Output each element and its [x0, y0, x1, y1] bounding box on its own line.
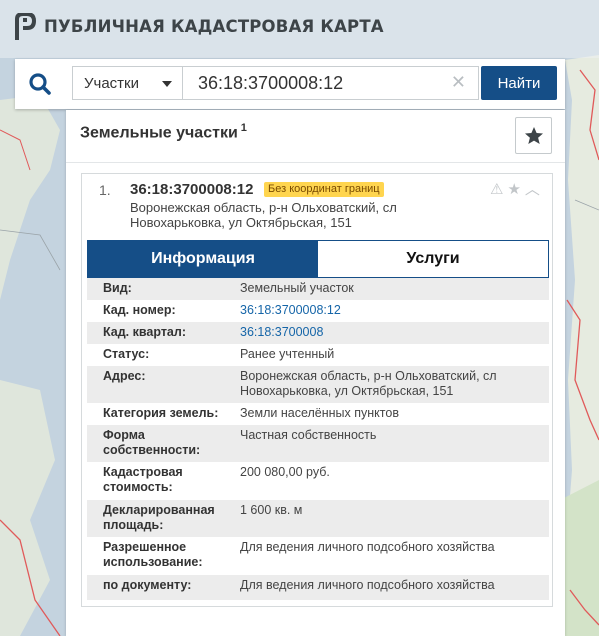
star-icon[interactable]: ★ — [507, 180, 520, 198]
chevron-up-icon[interactable]: ︿ — [525, 180, 540, 198]
app-header: ПУБЛИЧНАЯ КАДАСТРОВАЯ КАРТА — [0, 0, 599, 58]
info-row: Разрешенное использование: Для ведения л… — [87, 537, 549, 575]
info-label: Декларированная площадь: — [103, 503, 215, 532]
info-label: Разрешенное использование: — [103, 540, 203, 569]
card-address: Воронежская область, р-н Ольховатский, с… — [130, 200, 430, 230]
search-type-select[interactable]: Участки — [72, 66, 182, 100]
info-row: Декларированная площадь: 1 600 кв. м — [87, 500, 549, 537]
info-label: Кадастровая стоимость: — [103, 465, 183, 494]
info-value: 1 600 кв. м — [240, 503, 303, 517]
search-icon[interactable] — [27, 71, 55, 97]
card-cadastral-number[interactable]: 36:18:3700008:12 — [130, 181, 253, 198]
results-panel: Земельные участки 1 1. 36:18:3700008:12 Б… — [66, 110, 565, 636]
info-label: Форма собственности: — [103, 428, 201, 457]
card-actions: ⚠ ★ ︿ — [490, 180, 552, 198]
info-value: Частная собственность — [240, 428, 377, 442]
info-row: Статус: Ранее учтенный — [87, 344, 549, 366]
search-query-value: 36:18:3700008:12 — [198, 73, 344, 93]
chevron-down-icon — [162, 81, 172, 87]
info-value: Для ведения личного подсобного хозяйства — [240, 540, 495, 554]
info-label: Категория земель: — [103, 406, 219, 420]
info-row: Категория земель: Земли населённых пункт… — [87, 403, 549, 425]
info-row: Кад. квартал: 36:18:3700008 — [87, 322, 549, 344]
info-label: Кад. квартал: — [103, 325, 186, 339]
info-row: Форма собственности: Частная собственнос… — [87, 425, 549, 462]
info-row: Адрес: Воронежская область, р-н Ольховат… — [87, 366, 549, 403]
search-type-value: Участки — [84, 74, 139, 92]
info-value: Для ведения личного подсобного хозяйства — [240, 578, 495, 592]
card-tabs: Информация Услуги — [87, 240, 549, 278]
info-label: Адрес: — [103, 369, 146, 383]
parcel-card: 1. 36:18:3700008:12 Без координат границ… — [81, 173, 553, 607]
tab-services[interactable]: Услуги — [318, 241, 548, 277]
divider — [66, 162, 565, 163]
card-index: 1. — [99, 182, 111, 198]
info-row: Кад. номер: 36:18:3700008:12 — [87, 300, 549, 322]
app-title: ПУБЛИЧНАЯ КАДАСТРОВАЯ КАРТА — [44, 17, 384, 36]
info-value: 200 080,00 руб. — [240, 465, 330, 479]
results-count: 1 — [240, 122, 247, 134]
info-row: по документу: Для ведения личного подсоб… — [87, 575, 549, 600]
info-value: Земли населённых пунктов — [240, 406, 399, 420]
find-button[interactable]: Найти — [481, 66, 557, 100]
warning-icon[interactable]: ⚠ — [490, 180, 503, 198]
status-badge: Без координат границ — [264, 182, 384, 197]
card-address-line1: Воронежская область, р-н Ольховатский, с… — [130, 200, 397, 215]
info-value: Воронежская область, р-н Ольховатский, с… — [240, 369, 497, 398]
close-icon[interactable]: ✕ — [451, 72, 466, 93]
info-link[interactable]: 36:18:3700008 — [240, 325, 549, 344]
info-label: Кад. номер: — [103, 303, 176, 317]
info-value: Земельный участок — [240, 281, 354, 295]
results-title: Земельные участки 1 — [80, 122, 247, 142]
star-icon — [524, 126, 543, 144]
logo-icon[interactable] — [14, 13, 36, 41]
info-label: Вид: — [103, 281, 132, 295]
info-row: Вид: Земельный участок — [87, 278, 549, 300]
info-row: Кадастровая стоимость: 200 080,00 руб. — [87, 462, 549, 500]
info-table: Вид: Земельный участок Кад. номер: 36:18… — [87, 278, 549, 600]
info-link[interactable]: 36:18:3700008:12 — [240, 303, 549, 322]
results-title-text: Земельные участки — [80, 124, 238, 142]
tab-information[interactable]: Информация — [88, 241, 318, 277]
info-value: Ранее учтенный — [240, 347, 335, 361]
info-label: по документу: — [103, 578, 192, 592]
card-address-line2: Новохарьковка, ул Октябрьская, 151 — [130, 215, 352, 230]
favorite-button[interactable] — [515, 117, 552, 154]
info-label: Статус: — [103, 347, 150, 361]
search-bar: Участки 36:18:3700008:12 ✕ Найти — [15, 59, 565, 109]
search-input[interactable]: 36:18:3700008:12 ✕ — [182, 66, 479, 100]
